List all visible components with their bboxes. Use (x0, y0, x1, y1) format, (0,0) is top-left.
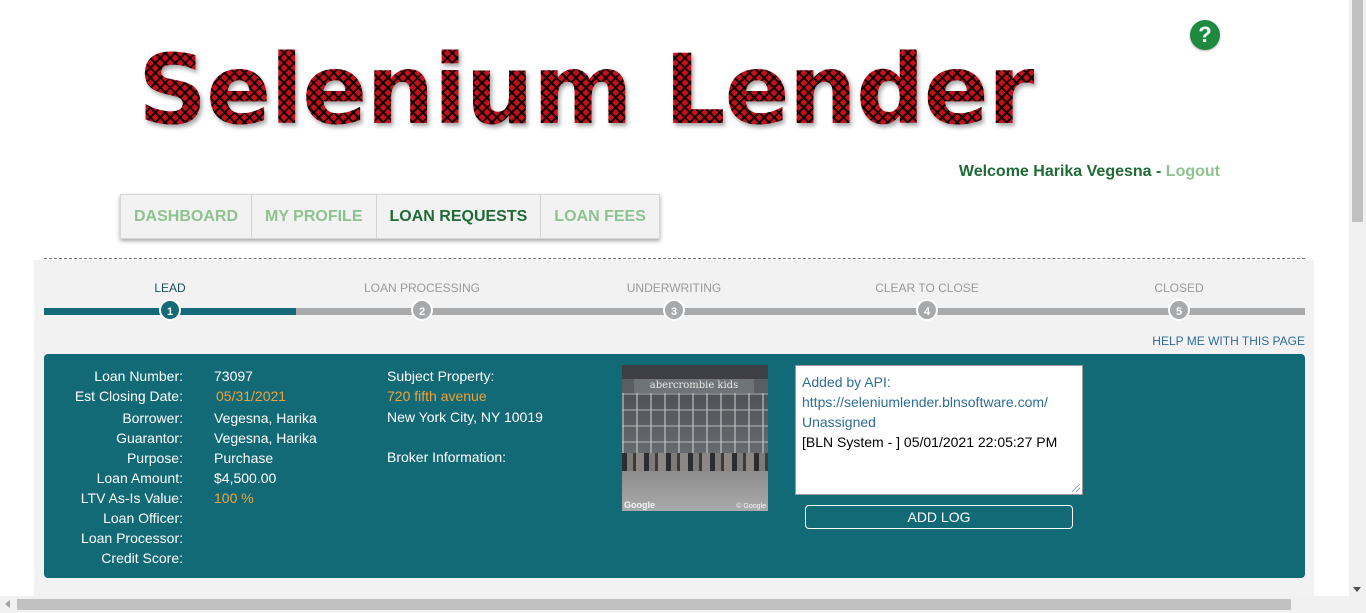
step-label: LOAN PROCESSING (363, 281, 481, 295)
pedestrians (622, 453, 768, 471)
step-underwriting[interactable]: UNDERWRITING 3 (584, 278, 764, 321)
loan-amount-value: $4,500.00 (214, 470, 277, 486)
loan-amount-label: Loan Amount: (96, 470, 183, 486)
vertical-scrollbar[interactable] (1349, 0, 1366, 596)
purpose-label: Purpose: (126, 450, 183, 466)
help-icon[interactable]: ? (1190, 20, 1220, 50)
step-number: 5 (1168, 299, 1190, 321)
step-label: LEAD (154, 281, 186, 295)
subject-property-label: Subject Property: (387, 368, 495, 384)
loan-number-label: Loan Number: (94, 368, 183, 384)
closing-date-value[interactable]: 05/31/2021 (216, 388, 286, 404)
storefront-sign: abercrombie kids (634, 379, 754, 393)
log-textarea[interactable]: Added by API: https://seleniumlender.blns… (795, 365, 1083, 495)
google-copyright: © Google (736, 503, 766, 510)
ltv-value[interactable]: 100 % (214, 490, 254, 506)
loan-progress-tracker: LEAD 1 LOAN PROCESSING 2 UNDERWRITING 3 … (44, 278, 1305, 324)
purpose-value: Purchase (214, 450, 274, 466)
credit-score-label: Credit Score: (101, 550, 183, 566)
street-view-sky (622, 365, 768, 379)
logout-link[interactable]: Logout (1166, 163, 1220, 180)
section-divider (44, 258, 1305, 259)
main-nav: DASHBOARD MY PROFILE LOAN REQUESTS LOAN … (120, 194, 660, 239)
google-watermark: Google (624, 500, 655, 510)
nav-my-profile[interactable]: MY PROFILE (252, 195, 377, 238)
add-log-button[interactable]: ADD LOG (805, 505, 1073, 529)
loan-number-value: 73097 (214, 368, 253, 384)
step-loan-processing[interactable]: LOAN PROCESSING 2 (332, 278, 512, 321)
step-number: 2 (411, 299, 433, 321)
loan-summary-card: Loan Number: 73097 Est Closing Date: 05/… (44, 354, 1305, 578)
log-line: Unassigned (802, 414, 876, 430)
street-view-image[interactable]: abercrombie kids Google © Google (622, 365, 768, 511)
scaffolding (622, 393, 768, 459)
welcome-message: Welcome Harika Vegesna - Logout (959, 163, 1220, 181)
vertical-scroll-thumb[interactable] (1352, 0, 1363, 222)
guarantor-value: Vegesna, Harika (214, 430, 317, 446)
log-line: https://seleniumlender.blnsoftware.com/ (802, 394, 1048, 410)
log-line: Added by API: (802, 374, 891, 390)
nav-dashboard[interactable]: DASHBOARD (121, 195, 252, 238)
app-logo: Selenium Lender (138, 34, 1035, 146)
log-line: [BLN System - ] 05/01/2021 22:05:27 PM (802, 434, 1058, 450)
property-city: New York City, NY 10019 (387, 409, 543, 425)
step-label: UNDERWRITING (626, 281, 722, 295)
guarantor-label: Guarantor: (116, 430, 183, 446)
borrower-label: Borrower: (122, 410, 183, 426)
borrower-value: Vegesna, Harika (214, 410, 317, 426)
horizontal-scrollbar[interactable] (0, 596, 1366, 613)
ltv-label: LTV As-Is Value: (80, 490, 183, 506)
step-number: 1 (159, 299, 181, 321)
loan-officer-label: Loan Officer: (103, 510, 183, 526)
step-closed[interactable]: CLOSED 5 (1089, 278, 1269, 321)
nav-loan-fees[interactable]: LOAN FEES (541, 195, 659, 238)
help-me-link[interactable]: HELP ME WITH THIS PAGE (1152, 334, 1305, 348)
step-label: CLEAR TO CLOSE (875, 281, 979, 295)
nav-loan-requests[interactable]: LOAN REQUESTS (377, 195, 542, 238)
resize-handle-icon[interactable] (1072, 484, 1080, 492)
step-label: CLOSED (1154, 281, 1204, 295)
step-number: 3 (663, 299, 685, 321)
step-clear-to-close[interactable]: CLEAR TO CLOSE 4 (837, 278, 1017, 321)
property-street-link[interactable]: 720 fifth avenue (387, 388, 487, 404)
scroll-left-arrow-icon[interactable] (5, 600, 10, 608)
step-number: 4 (916, 299, 938, 321)
step-lead[interactable]: LEAD 1 (80, 278, 260, 321)
welcome-text: Welcome Harika Vegesna - (958, 163, 1166, 180)
broker-info-label: Broker Information: (387, 449, 507, 465)
loan-processor-label: Loan Processor: (81, 530, 183, 546)
scroll-down-arrow-icon[interactable] (1353, 587, 1361, 592)
closing-date-label: Est Closing Date: (74, 388, 183, 404)
horizontal-scroll-thumb[interactable] (17, 599, 1291, 610)
